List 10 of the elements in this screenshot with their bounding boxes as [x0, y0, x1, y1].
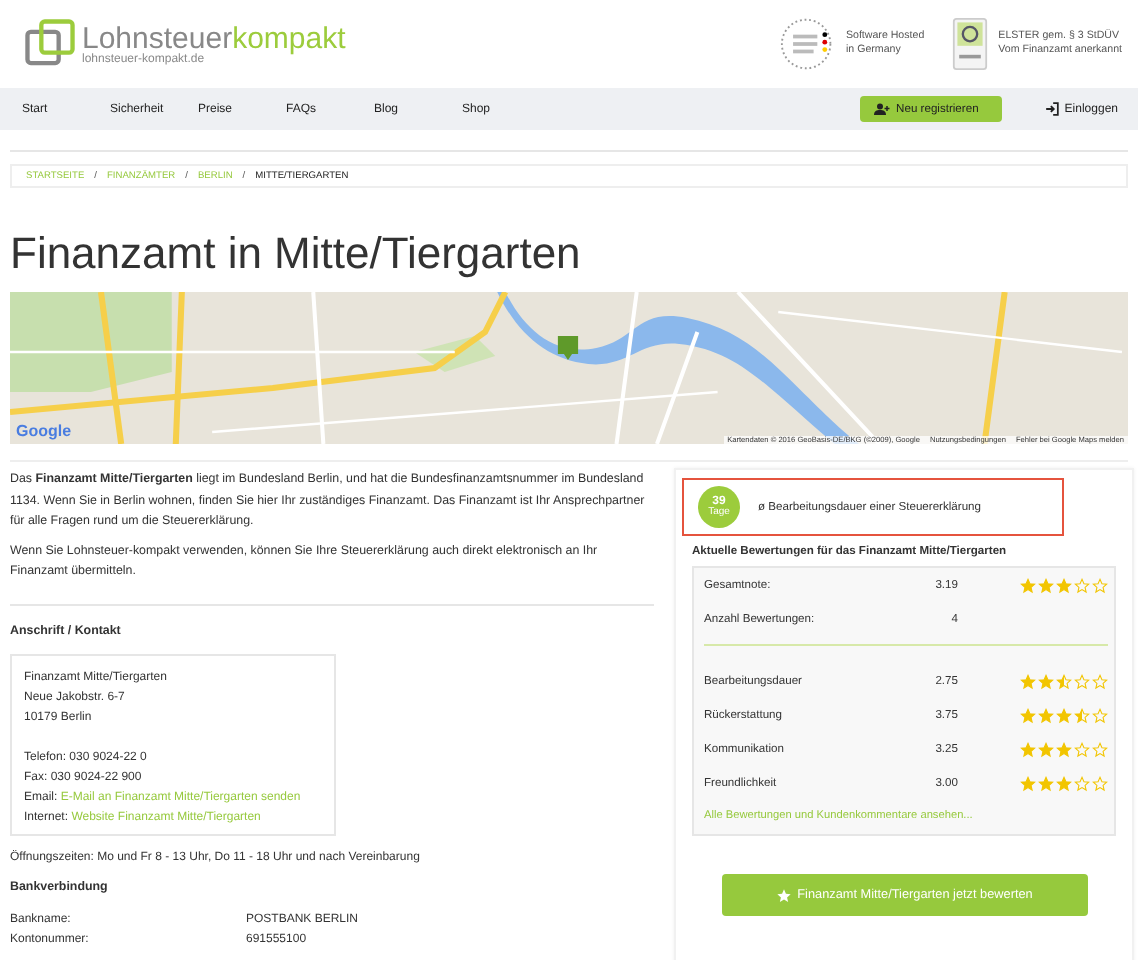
logo-icon[interactable]	[24, 18, 76, 70]
map-logo: Google	[16, 422, 72, 440]
certificate-icon	[952, 16, 989, 72]
seal-icon	[779, 16, 836, 72]
map-drawing[interactable]	[10, 292, 1128, 444]
user-plus-icon	[874, 102, 891, 116]
sign-in-icon	[1044, 102, 1061, 116]
star-icon	[775, 887, 792, 903]
logo-wordmark[interactable]: Lohnsteuerkompakt	[82, 23, 346, 53]
page-title: Finanzamt in Mitte/Tiergarten	[10, 228, 583, 280]
